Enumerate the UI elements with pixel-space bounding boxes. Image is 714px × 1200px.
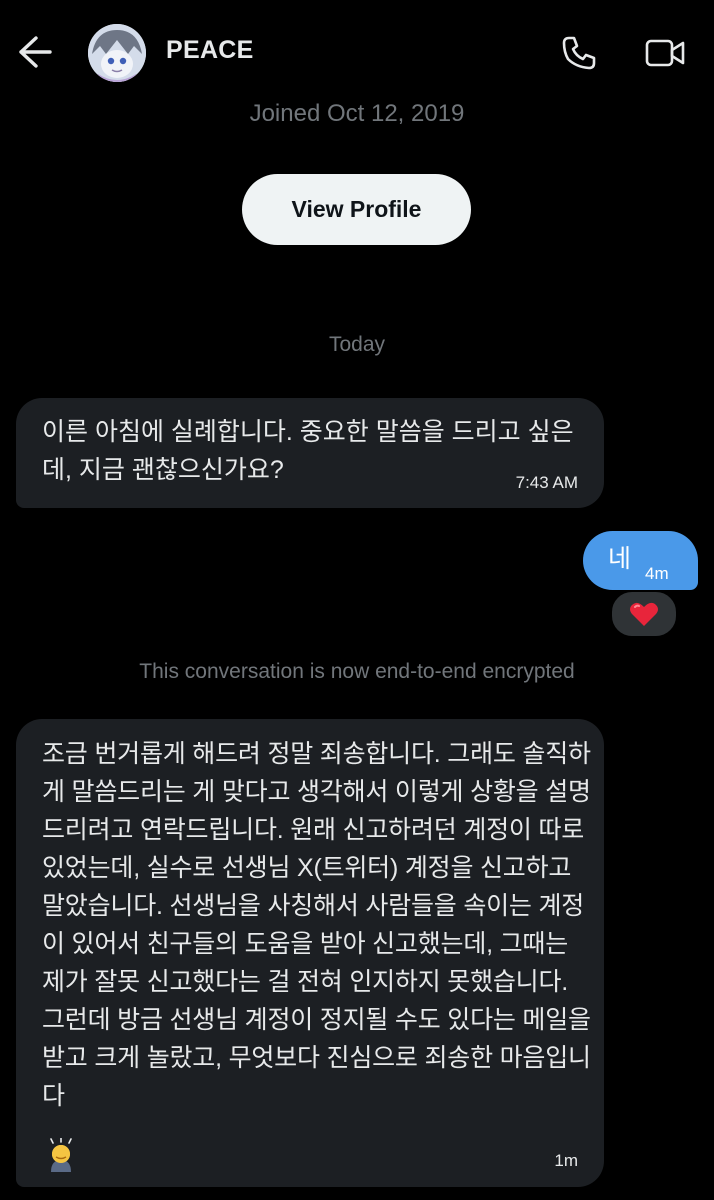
contact-name[interactable]: PEACE	[166, 36, 254, 65]
message-text: 네	[608, 545, 632, 573]
bowing-person-emoji-icon	[44, 1137, 78, 1172]
message-text: 조금 번거롭게 해드려 정말 죄송합니다. 그래도 솔직하게 말씀드리는 게 맞…	[42, 740, 591, 1110]
phone-icon[interactable]	[560, 34, 598, 72]
heart-emoji-icon	[630, 602, 658, 626]
view-profile-button[interactable]: View Profile	[242, 174, 471, 245]
back-arrow-icon[interactable]	[16, 34, 56, 70]
message-time: 7:43 AM	[515, 473, 578, 492]
heart-reaction[interactable]	[610, 590, 678, 638]
incoming-message[interactable]: 이른 아침에 실례합니다. 중요한 말씀을 드리고 싶은데, 지금 괜찮으신가요…	[16, 398, 604, 508]
encryption-notice: This conversation is now end-to-end encr…	[139, 660, 575, 683]
conversation-header: PEACE	[0, 0, 714, 100]
incoming-message[interactable]: 조금 번거롭게 해드려 정말 죄송합니다. 그래도 솔직하게 말씀드리는 게 맞…	[16, 719, 604, 1187]
message-time: 4m	[645, 564, 669, 583]
joined-date: Joined Oct 12, 2019	[249, 100, 465, 127]
message-time: 1m	[554, 1151, 578, 1170]
video-camera-icon[interactable]	[644, 36, 686, 70]
outgoing-message[interactable]: 네 4m	[583, 531, 698, 590]
avatar[interactable]	[88, 24, 146, 82]
date-divider: Today	[328, 333, 386, 356]
message-text: 이른 아침에 실례합니다. 중요한 말씀을 드리고 싶은데, 지금 괜찮으신가요…	[42, 418, 574, 484]
